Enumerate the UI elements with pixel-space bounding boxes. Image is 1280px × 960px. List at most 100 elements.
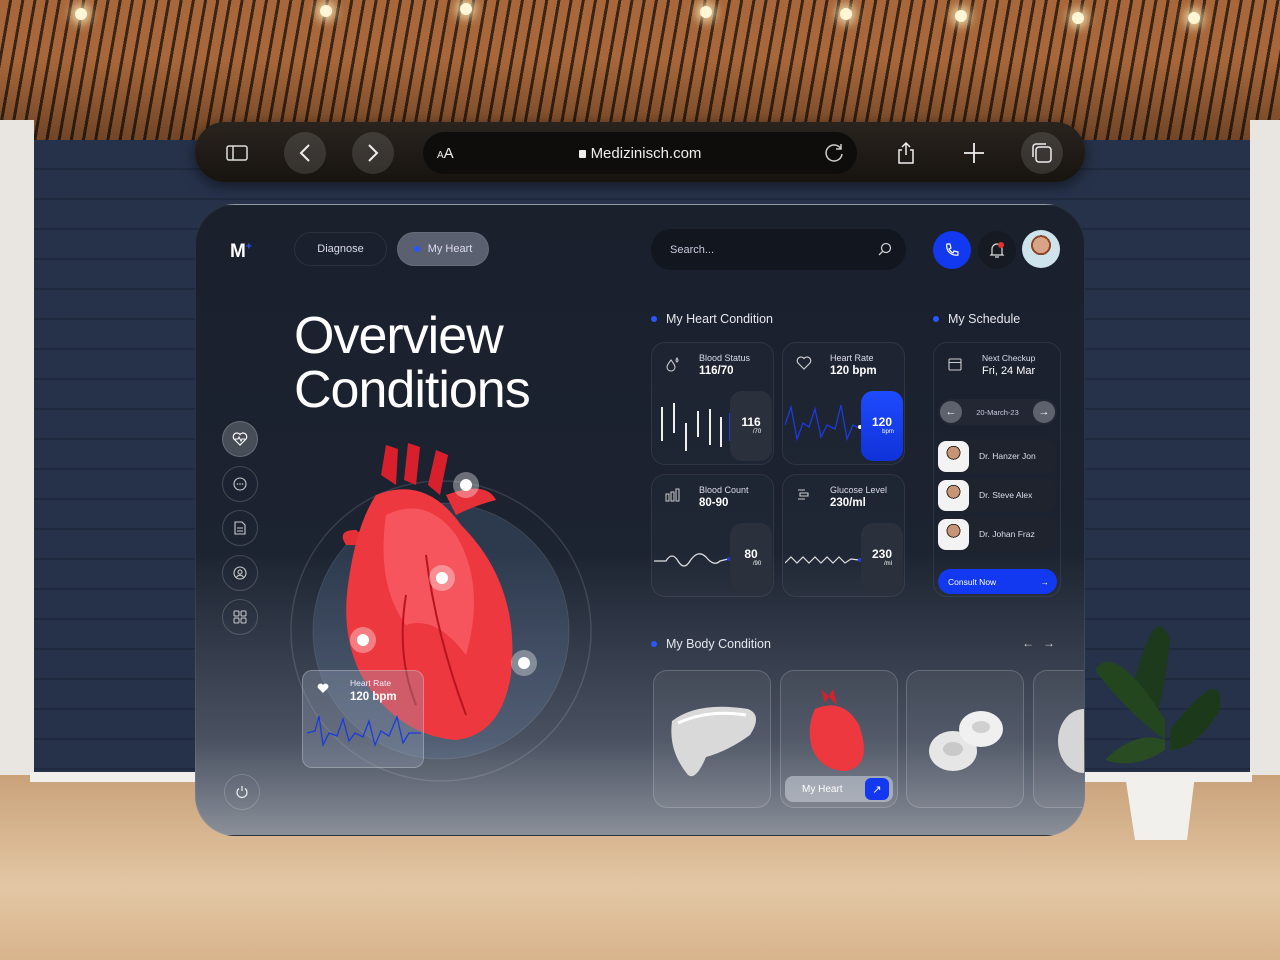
share-button[interactable] (885, 132, 927, 174)
tabs-icon (1032, 143, 1052, 163)
user-icon (233, 566, 247, 580)
next-checkup-date: Fri, 24 Mar (982, 365, 1036, 377)
heart-rate-overlay-card: Heart Rate 120 bpm (302, 670, 424, 768)
glucose-level-card[interactable]: Glucose Level 230/ml 230/ml (782, 474, 905, 597)
heart-rate-pill: 120 bpm (861, 391, 903, 461)
power-icon (236, 786, 248, 799)
power-button[interactable] (224, 774, 260, 810)
heart-rate-value: 120 bpm (350, 691, 397, 703)
sidebar-item-profile[interactable] (222, 555, 258, 591)
tab-label: My Heart (427, 243, 473, 255)
active-dot (413, 246, 420, 252)
ceiling-light (75, 8, 87, 20)
card-value: 80-90 (699, 497, 729, 509)
ceiling-light (700, 6, 712, 18)
new-tab-button[interactable] (953, 132, 995, 174)
pill-value: 116 (741, 415, 761, 429)
bell-icon (989, 242, 1005, 258)
prev-date-button[interactable]: ← (940, 401, 962, 423)
search-input[interactable]: Search... (651, 229, 906, 270)
doctor-avatar (938, 479, 969, 511)
heart-rate-waveform (785, 404, 862, 442)
body-prev-button[interactable]: ← (1022, 636, 1034, 650)
body-item-brain[interactable] (1033, 670, 1084, 808)
side-wall (0, 120, 34, 820)
doctor-name: Dr. Steve Alex (979, 490, 1033, 500)
address-bar[interactable]: AA Medizinisch.com (423, 132, 857, 174)
blood-drop-icon (666, 357, 679, 372)
sidebar-item-heart[interactable] (222, 421, 258, 457)
doctor-item[interactable]: Dr. Steve Alex (938, 478, 1056, 512)
arrow-right-icon: → (1040, 576, 1050, 587)
blood-status-pill: 116/70 (730, 391, 772, 461)
sidebar-item-chat[interactable] (222, 466, 258, 502)
body-item-liver[interactable] (653, 670, 771, 808)
logo-mark: + (245, 241, 252, 253)
heart-hotspot[interactable] (511, 650, 537, 676)
search-placeholder: Search... (670, 243, 715, 256)
sidebar-icon (226, 145, 248, 161)
card-label: Blood Status (699, 353, 751, 363)
call-button[interactable] (933, 231, 971, 269)
blood-count-card[interactable]: Blood Count 80-90 80/90 (651, 474, 774, 597)
tabs-overview-button[interactable] (1021, 132, 1063, 174)
heart-icon (796, 356, 812, 370)
pill-value: 120 (871, 415, 893, 429)
url-text: Medizinisch.com (590, 144, 702, 162)
heart-rate-card[interactable]: Heart Rate 120 bpm 120 bpm (782, 342, 905, 465)
title-line-1: Overview (294, 307, 504, 365)
logo[interactable]: M+ (230, 241, 252, 263)
card-value: 116/70 (699, 365, 734, 377)
bar-chart-icon (665, 488, 680, 502)
heart-hotspot[interactable] (429, 565, 455, 591)
sidebar-toggle-button[interactable] (216, 132, 258, 174)
doctor-item[interactable]: Dr. Hanzer Jon (938, 439, 1056, 473)
logo-text: M (230, 241, 246, 262)
plant-decoration (1095, 626, 1221, 840)
blood-count-wave (654, 553, 731, 567)
schedule-card: Next Checkup Fri, 24 Mar ← 20-March-23 →… (933, 342, 1061, 597)
section-title-text: My Body Condition (666, 637, 771, 651)
ceiling-light (955, 10, 967, 22)
doctor-name: Dr. Johan Fraz (979, 529, 1035, 539)
sidebar-item-documents[interactable] (222, 510, 258, 546)
body-item-blood-cells[interactable] (906, 670, 1024, 808)
chat-icon (233, 477, 247, 491)
reload-icon[interactable] (823, 142, 845, 164)
heart-hotspot[interactable] (453, 472, 479, 498)
pill-value: 80 (744, 547, 758, 561)
title-line-2: Conditions (294, 361, 531, 419)
notifications-button[interactable] (978, 231, 1016, 269)
blood-status-card[interactable]: Blood Status 116/70 116/70 (651, 342, 774, 465)
next-date-button[interactable]: → (1033, 401, 1055, 423)
heart-icon (317, 683, 329, 693)
my-heart-chip[interactable]: My Heart ↗ (785, 776, 893, 802)
glucose-pill: 230/ml (861, 523, 903, 593)
share-icon (898, 141, 914, 164)
card-value: 120 bpm (830, 365, 877, 377)
consult-now-button[interactable]: Consult Now → (938, 569, 1057, 594)
ceiling-light (1188, 12, 1200, 24)
section-title-text: My Heart Condition (666, 312, 773, 326)
document-icon (234, 521, 246, 535)
heart-hotspot[interactable] (350, 627, 376, 653)
tab-my-heart[interactable]: My Heart (397, 232, 489, 266)
pill-unit: /70 (752, 429, 762, 435)
sidebar-item-apps[interactable] (222, 599, 258, 635)
section-title-schedule: My Schedule (933, 312, 1020, 326)
open-arrow-icon[interactable]: ↗ (865, 778, 889, 800)
doctor-item[interactable]: Dr. Johan Fraz (938, 517, 1056, 551)
back-button[interactable] (284, 132, 326, 174)
body-item-heart[interactable]: My Heart ↗ (780, 670, 898, 808)
app-window: M+ Diagnose My Heart Search... Overview C… (195, 204, 1085, 836)
tab-diagnose[interactable]: Diagnose (294, 232, 387, 266)
back-icon (299, 144, 310, 162)
user-avatar[interactable] (1022, 230, 1060, 268)
forward-icon (368, 144, 379, 162)
blood-cells-image (929, 711, 1003, 771)
section-title-body-condition: My Body Condition (651, 637, 771, 651)
forward-button[interactable] (352, 132, 394, 174)
doctor-avatar (938, 440, 969, 472)
body-next-button[interactable]: → (1043, 636, 1055, 650)
ceiling-light (1072, 12, 1084, 24)
